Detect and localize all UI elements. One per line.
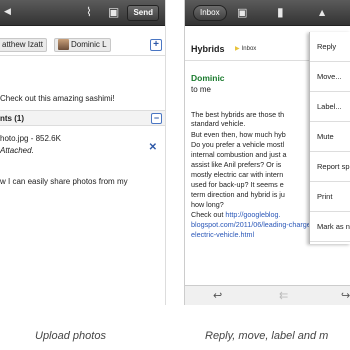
inbox-button[interactable]: Inbox	[193, 5, 227, 21]
recipient-name: atthew Izatt	[2, 40, 43, 49]
blog-link[interactable]: blogspot.com/2011/06/leading-charge-tov	[191, 220, 323, 229]
actions-menu: Reply Move... Label... Mute Report sp Pr…	[309, 32, 350, 244]
blog-link[interactable]: electric-vehicle.html	[191, 230, 254, 239]
recipients-row[interactable]: atthew Izatt Dominic L +	[0, 34, 165, 56]
attachments-title: nts (1)	[0, 114, 24, 123]
menu-item-move[interactable]: Move...	[310, 62, 350, 92]
archive-box-icon[interactable]: ▣	[237, 7, 247, 18]
inbox-label[interactable]: ▶ Inbox	[235, 45, 256, 52]
attachments-header: nts (1) −	[0, 110, 165, 126]
floppy-save-icon[interactable]: ▣	[108, 6, 119, 18]
add-recipient-button[interactable]: +	[150, 39, 162, 51]
trash-icon[interactable]: ▮	[277, 6, 284, 18]
body-line: But even then, how much hyb	[191, 130, 286, 139]
message-subject: Hybrids	[191, 44, 225, 54]
menu-item-mark-as[interactable]: Mark as n	[310, 212, 350, 242]
label-tag-icon: ▶	[235, 46, 240, 52]
menu-item-print[interactable]: Print	[310, 182, 350, 212]
blog-link[interactable]: http://googleblog.	[225, 210, 280, 219]
collapse-attachments-button[interactable]: −	[151, 113, 162, 124]
body-line: internal combustion and just a	[191, 150, 287, 159]
caption-upload-photos: Upload photos	[35, 330, 106, 342]
body-line: The best hybrids are those th	[191, 110, 285, 119]
body-line: how long?	[191, 200, 224, 209]
message-body[interactable]: w I can easily share photos from my	[0, 177, 128, 186]
sender-name[interactable]: Dominic	[191, 73, 225, 83]
menu-item-report-spam[interactable]: Report sp	[310, 152, 350, 182]
recipient-chip[interactable]: atthew Izatt	[0, 38, 47, 52]
body-line: term direction and hybrid is ju	[191, 190, 285, 199]
compose-toolbar: ◀ ⌇ ▣ Send	[0, 0, 165, 26]
caption-reply-move-label: Reply, move, label and m	[205, 330, 329, 342]
body-line: used for back-up? It seems e	[191, 180, 284, 189]
menu-item-label[interactable]: Label...	[310, 92, 350, 122]
body-line: mostly electric car with intern	[191, 170, 284, 179]
paperclip-icon[interactable]: ⌇	[86, 6, 92, 18]
menu-item-reply[interactable]: Reply	[310, 32, 350, 62]
recipient-line: to me	[191, 85, 212, 94]
body-line: standard vehicle.	[191, 119, 246, 128]
recipient-name: Dominic L	[71, 40, 107, 49]
menu-item-mute[interactable]: Mute	[310, 122, 350, 152]
body-line: Do you prefer a vehicle mostl	[191, 140, 285, 149]
subject-text[interactable]: Check out this amazing sashimi!	[0, 94, 115, 103]
message-toolbar: Inbox ▣ ▮ ▲	[185, 0, 350, 26]
forward-icon[interactable]: ↪	[341, 289, 350, 302]
body-line: Check out http://googleblog.	[191, 210, 281, 219]
recipient-chip[interactable]: Dominic L	[54, 38, 111, 52]
attachment-status: Attached.	[0, 146, 34, 155]
send-button[interactable]: Send	[127, 5, 159, 21]
bottom-toolbar: ↩ ⇇ ↪	[185, 285, 350, 305]
avatar	[58, 39, 69, 50]
reply-all-icon[interactable]: ⇇	[279, 289, 288, 302]
message-view-screen: Inbox ▣ ▮ ▲ Hybrids ▶ Inbox Dominic to me…	[184, 0, 350, 305]
reply-icon[interactable]: ↩	[213, 289, 222, 302]
remove-attachment-icon[interactable]: ✕	[149, 142, 157, 153]
attachment-name: hoto.jpg - 852.6K	[0, 134, 61, 143]
compose-screen: ◀ ⌇ ▣ Send atthew Izatt Dominic L + Chec…	[0, 0, 166, 305]
back-arrow-icon[interactable]: ◀	[4, 8, 11, 17]
caret-up-icon[interactable]: ▲	[319, 9, 325, 17]
body-line: assist like Anil prefers? Or is	[191, 160, 282, 169]
